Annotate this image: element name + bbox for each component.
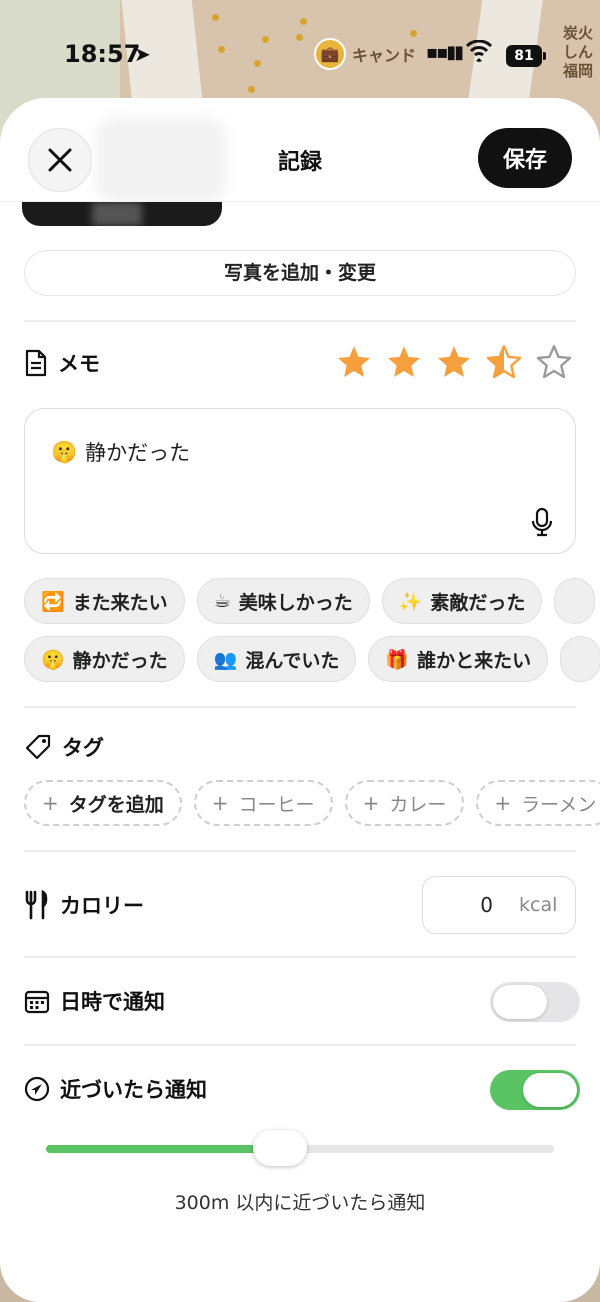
toggle-knob — [493, 985, 547, 1019]
proximity-notify-text: 近づいたら通知 — [60, 1078, 207, 1102]
location-arrow-circle-icon — [24, 1076, 50, 1102]
distance-slider-fill — [46, 1145, 280, 1153]
tag-suggestion-label: ラーメン — [521, 793, 597, 816]
chip-partial[interactable] — [560, 636, 600, 682]
chip-label: 素敵だった — [430, 591, 526, 614]
quick-chips-row-2: 🤫 静かだった 👥 混んでいた 🎁 誰かと来たい — [24, 636, 600, 682]
coffee-icon: ☕ — [213, 590, 231, 612]
plus-icon: + — [211, 791, 229, 815]
cellular-signal-icon: ▪▪▮▮ — [426, 42, 464, 63]
record-sheet: 記録 保存 写真を追加・変更 メモ 🤫 静かだった 🔁 また来たい ☕ 美味しかった… — [0, 98, 600, 1302]
chip-partial-icon — [577, 648, 584, 670]
add-tag-label: タグを追加 — [68, 793, 164, 816]
tag-suggestion[interactable]: + コーヒー — [193, 780, 333, 826]
distance-caption: 300m 以内に近づいたら通知 — [174, 1192, 426, 1214]
star-icon[interactable] — [436, 344, 472, 380]
memo-label: メモ — [58, 352, 100, 376]
divider — [24, 956, 576, 958]
plus-icon: + — [362, 791, 380, 815]
memo-textarea[interactable]: 🤫 静かだった — [24, 408, 576, 554]
tag-suggestion[interactable]: + ラーメン — [476, 780, 600, 826]
calorie-input[interactable]: 0 kcal — [422, 876, 576, 934]
sparkles-icon: ✨ — [398, 590, 423, 613]
add-change-photo-button[interactable]: 写真を追加・変更 — [24, 250, 576, 296]
fork-knife-icon — [25, 890, 48, 920]
status-time: 18:57 — [64, 40, 141, 68]
divider — [24, 320, 576, 322]
chip-label: 美味しかった — [238, 591, 353, 614]
wifi-icon — [465, 39, 493, 68]
star-rating[interactable] — [336, 344, 572, 380]
tags-label: タグ — [62, 736, 104, 760]
chip-partial-icon — [571, 590, 578, 612]
shushing-emoji: 🤫 — [51, 439, 78, 464]
chip-partial[interactable] — [554, 578, 596, 624]
datetime-notify-text: 日時で通知 — [60, 990, 165, 1014]
location-arrow-icon: ➤ — [134, 42, 151, 66]
chip-label: 誰かと来たい — [417, 649, 532, 672]
tag-suggestion[interactable]: + カレー — [344, 780, 465, 826]
document-icon — [25, 349, 47, 377]
memo-section-label: メモ — [24, 348, 100, 378]
proximity-notify-label: 近づいたら通知 — [24, 1074, 207, 1104]
star-icon[interactable] — [336, 344, 372, 380]
calorie-unit: kcal — [519, 894, 558, 916]
status-bar: 18:57 ➤ ▪▪▮▮ 81 — [0, 36, 600, 76]
calorie-label: カロリー — [60, 894, 144, 918]
tag-chips-row: + タグを追加 + コーヒー + カレー + ラーメン — [24, 780, 600, 826]
repeat-icon: 🔁 — [41, 590, 65, 613]
people-icon: 👥 — [213, 648, 238, 671]
chip-quiet[interactable]: 🤫 静かだった — [24, 636, 185, 682]
microphone-icon[interactable] — [531, 507, 553, 537]
shushing-icon: 🤫 — [41, 648, 65, 671]
photo-thumbnail[interactable] — [22, 202, 222, 226]
distance-slider-thumb[interactable] — [253, 1130, 307, 1166]
chip-wonderful[interactable]: ✨ 素敵だった — [381, 578, 543, 624]
chip-come-again[interactable]: 🔁 また来たい — [24, 578, 185, 624]
chip-label: 静かだった — [72, 649, 168, 672]
star-empty-icon[interactable] — [536, 344, 572, 380]
tag-suggestion-label: カレー — [389, 793, 447, 816]
tag-icon — [25, 734, 51, 760]
plus-icon: + — [42, 791, 59, 815]
proximity-notify-toggle[interactable] — [490, 1070, 580, 1110]
map-dot — [300, 18, 307, 25]
datetime-notify-label: 日時で通知 — [24, 986, 165, 1016]
chip-delicious[interactable]: ☕ 美味しかった — [196, 578, 370, 624]
chip-come-with-someone[interactable]: 🎁 誰かと来たい — [368, 636, 549, 682]
save-button[interactable]: 保存 — [478, 128, 572, 188]
chip-label: また来たい — [72, 591, 168, 614]
plus-icon: + — [494, 791, 512, 815]
calorie-value: 0 — [480, 893, 493, 917]
add-tag-button[interactable]: + タグを追加 — [24, 780, 182, 826]
calendar-icon — [24, 990, 50, 1014]
star-icon[interactable] — [386, 344, 422, 380]
chip-crowded[interactable]: 👥 混んでいた — [196, 636, 357, 682]
calorie-section-label: カロリー — [24, 890, 144, 920]
gift-icon: 🎁 — [385, 648, 410, 671]
map-dot — [212, 14, 219, 21]
divider — [24, 850, 576, 852]
sheet-header: 記録 保存 — [0, 98, 600, 202]
toggle-knob — [523, 1073, 577, 1107]
tags-section-label: タグ — [24, 732, 104, 762]
divider — [24, 1044, 576, 1046]
memo-text: 🤫 静かだった — [51, 437, 190, 467]
star-half-icon[interactable] — [486, 344, 522, 380]
chip-label: 混んでいた — [245, 649, 340, 672]
map-dot — [248, 86, 255, 93]
memo-text-value: 静かだった — [85, 441, 191, 465]
tag-suggestion-label: コーヒー — [238, 793, 315, 816]
divider — [24, 706, 576, 708]
battery-icon: 81 — [506, 45, 546, 67]
datetime-notify-toggle[interactable] — [490, 982, 580, 1022]
quick-chips-row-1: 🔁 また来たい ☕ 美味しかった ✨ 素敵だった — [24, 578, 596, 624]
